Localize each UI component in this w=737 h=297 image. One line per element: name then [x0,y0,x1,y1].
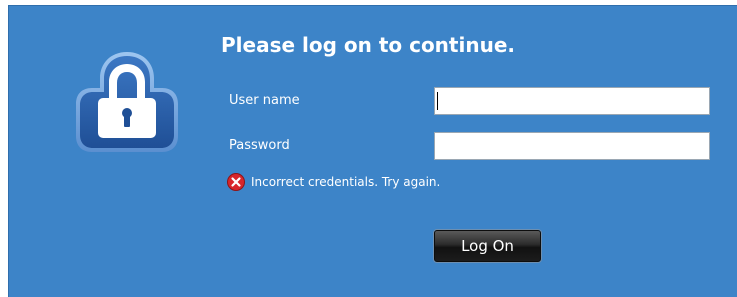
password-field[interactable] [434,132,710,160]
password-label: Password [229,138,290,153]
error-message: Incorrect credentials. Try again. [227,172,440,192]
error-x-icon [227,173,245,191]
logon-panel: Please log on to continue. User name Pas… [8,5,737,297]
page-title: Please log on to continue. [221,33,515,57]
padlock-icon [76,52,178,152]
text-caret [437,92,438,110]
username-label: User name [229,93,300,108]
error-text: Incorrect credentials. Try again. [251,175,441,189]
log-on-button[interactable]: Log On [434,230,541,262]
window-frame: Please log on to continue. User name Pas… [0,0,737,297]
username-field[interactable] [434,87,710,115]
